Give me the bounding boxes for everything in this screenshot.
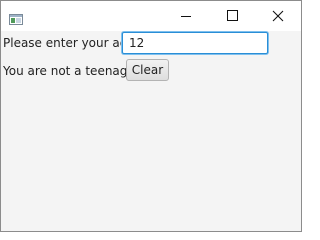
close-icon: [272, 10, 284, 22]
minimize-icon: [181, 16, 191, 17]
status-message: You are not a teenager.: [3, 64, 143, 78]
form-panel: Please enter your age: You are not a tee…: [1, 31, 301, 231]
maximize-button[interactable]: [209, 1, 255, 31]
clear-button[interactable]: Clear: [126, 59, 169, 81]
app-window: Please enter your age: You are not a tee…: [0, 0, 302, 232]
minimize-button[interactable]: [163, 1, 209, 31]
close-button[interactable]: [255, 1, 301, 31]
window-app-icon: [9, 10, 23, 25]
maximize-icon: [227, 10, 238, 21]
age-label: Please enter your age:: [3, 36, 139, 50]
age-input[interactable]: [122, 32, 268, 54]
title-bar[interactable]: [1, 1, 301, 31]
